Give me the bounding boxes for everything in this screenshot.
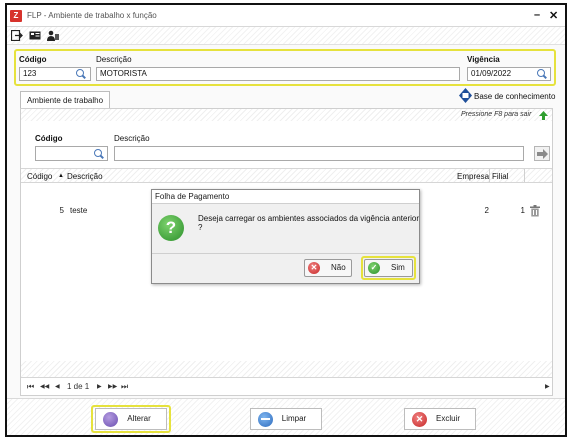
- pager-next-fast-button[interactable]: ▶▶: [108, 383, 117, 390]
- codigo-label: Código: [19, 55, 47, 64]
- pager-next-button[interactable]: ▶: [97, 383, 102, 390]
- row-descricao: teste: [70, 206, 88, 215]
- title-bar: Z FLP - Ambiente de trabalho x função – …: [7, 5, 565, 27]
- check-icon: ✓: [368, 262, 380, 274]
- limpar-button[interactable]: Limpar: [250, 408, 322, 430]
- vigencia-search-icon[interactable]: [537, 69, 545, 77]
- col-codigo[interactable]: Código: [27, 172, 52, 181]
- codigo-search-icon[interactable]: [76, 69, 84, 77]
- filter-descricao-field[interactable]: [114, 146, 524, 161]
- exit-icon[interactable]: [11, 30, 23, 41]
- nao-button[interactable]: ✕ Não: [304, 259, 352, 277]
- pager: ⏮ ◀◀ ◀ 1 de 1 ▶ ▶▶ ⏭ ▶: [21, 377, 552, 395]
- minimize-button[interactable]: –: [534, 9, 540, 21]
- sim-button[interactable]: ✓ Sim: [364, 259, 413, 277]
- row-empresa: 2: [484, 206, 489, 215]
- question-icon: ?: [158, 215, 184, 241]
- vigencia-label: Vigência: [467, 55, 500, 64]
- close-button[interactable]: ✕: [549, 9, 558, 22]
- dialog-message: Deseja carregar os ambientes associados …: [198, 214, 420, 232]
- col-divider: [489, 169, 490, 182]
- arrow-right-icon: [537, 149, 548, 159]
- col-divider: [524, 169, 525, 182]
- col-filial[interactable]: Filial: [492, 172, 508, 181]
- descricao-field[interactable]: MOTORISTA: [96, 67, 460, 81]
- scroll-right-icon[interactable]: ▶: [545, 383, 550, 390]
- row-filial: 1: [520, 206, 525, 215]
- excluir-button[interactable]: ✕ Excluir: [404, 408, 476, 430]
- pager-first-button[interactable]: ⏮: [27, 382, 34, 392]
- minus-icon: [258, 412, 273, 427]
- main-window: Z FLP - Ambiente de trabalho x função – …: [5, 3, 567, 437]
- card-icon[interactable]: [29, 30, 41, 41]
- dialog-divider: [152, 253, 419, 254]
- col-empresa[interactable]: Empresa: [457, 172, 489, 181]
- grid-header: Código ▲ Descrição Empresa Filial: [21, 168, 552, 183]
- app-logo-icon: Z: [10, 10, 22, 22]
- f8-hint: Pressione F8 para sair: [461, 111, 532, 118]
- alterar-button[interactable]: Alterar: [95, 408, 167, 430]
- x-icon: ✕: [308, 262, 320, 274]
- window-title: FLP - Ambiente de trabalho x função: [27, 11, 157, 20]
- grid-footer-bar: [21, 361, 552, 377]
- arrow-up-icon[interactable]: [539, 111, 548, 120]
- dialog-title: Folha de Pagamento: [152, 190, 419, 204]
- sort-asc-icon[interactable]: ▲: [58, 173, 64, 179]
- sim-label: Sim: [391, 263, 405, 272]
- pager-page-text: 1 de 1: [67, 382, 90, 391]
- delete-icon: ✕: [412, 412, 427, 427]
- filter-descricao-label: Descrição: [114, 134, 150, 143]
- pager-last-button[interactable]: ⏭: [121, 382, 128, 392]
- row-codigo: 5: [59, 206, 64, 215]
- nao-label: Não: [331, 263, 346, 272]
- pencil-icon: [103, 412, 118, 427]
- knowledge-base-link[interactable]: Base de conhecimento: [474, 92, 555, 101]
- filter-codigo-search-icon[interactable]: [94, 149, 102, 157]
- toolbar: [7, 27, 565, 45]
- footer-bar: Alterar Limpar ✕ Excluir: [7, 398, 565, 435]
- confirm-dialog: Folha de Pagamento ? Deseja carregar os …: [151, 189, 420, 284]
- trash-icon[interactable]: [530, 205, 540, 217]
- descricao-label: Descrição: [96, 55, 132, 64]
- pager-prev-button[interactable]: ◀: [55, 383, 60, 390]
- col-descricao[interactable]: Descrição: [67, 172, 103, 181]
- filter-codigo-label: Código: [35, 134, 63, 143]
- users-icon[interactable]: [47, 30, 59, 41]
- pager-prev-fast-button[interactable]: ◀◀: [40, 383, 49, 390]
- filter-go-button[interactable]: [534, 146, 550, 161]
- book-icon[interactable]: [459, 88, 472, 103]
- tab-ambiente-de-trabalho[interactable]: Ambiente de trabalho: [20, 91, 110, 109]
